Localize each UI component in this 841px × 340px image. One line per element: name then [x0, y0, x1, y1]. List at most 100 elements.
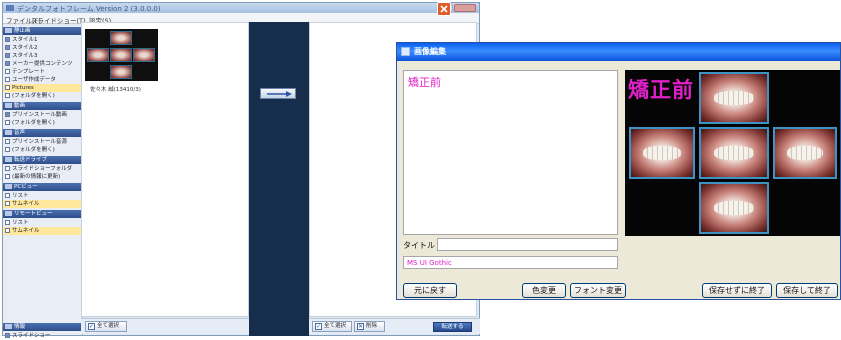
preview-photo-front [699, 127, 769, 179]
sidebar-header-transfer[interactable]: 転送ドライブ [3, 156, 83, 164]
main-window-titlebar: デンタルフォトフレーム Version 2 (3.0.0.0) [3, 3, 479, 13]
preview-photo-right [629, 127, 695, 179]
thumbnail-icon [5, 228, 10, 233]
select-all-right-button[interactable]: ✓ 全て選択 [312, 321, 352, 332]
folder-icon [5, 166, 10, 171]
sidebar-item-preinstalled-video[interactable]: プリインストール動画 [3, 111, 83, 119]
close-without-save-button[interactable]: 保存せずに終了 [702, 283, 772, 298]
thumb-cell [133, 48, 155, 62]
folder-icon [5, 93, 10, 98]
sidebar-item-style2[interactable]: スタイル2 [3, 44, 83, 52]
thumbnail-icon [5, 201, 10, 206]
delete-button[interactable]: ✕ 削除 [354, 321, 385, 332]
sidebar-header-still[interactable]: 静止画 [3, 27, 83, 35]
font-name-value: MS UI Gothic [407, 259, 452, 267]
folder-icon [5, 77, 10, 82]
sidebar-item-pictures[interactable]: Pictures [3, 84, 83, 92]
sidebar-header-video[interactable]: 動画 [3, 102, 83, 110]
transfer-band [249, 22, 309, 336]
dialog-close-button[interactable] [437, 2, 451, 16]
folder-icon [5, 85, 10, 90]
dialog-app-icon [401, 47, 410, 56]
folder-icon [5, 120, 10, 125]
dialog-title: 画像編集 [414, 47, 446, 56]
close-icon [440, 5, 448, 13]
title-label: タイトル [403, 241, 435, 250]
thumb-cell [110, 48, 132, 62]
text-edit-area[interactable]: 矯正前 [403, 70, 618, 235]
sidebar-item-pc-thumbnail[interactable]: サムネイル [3, 200, 83, 208]
delete-icon: ✕ [357, 323, 364, 330]
image-edit-dialog: 画像編集 矯正前 タイトル MS UI Gothic 矯正前 元に戻す 色変更 … [396, 42, 841, 300]
remote-icon [5, 211, 12, 216]
menu-slideshow[interactable]: スライドショー(T) [31, 15, 86, 25]
main-close-button[interactable] [454, 4, 476, 12]
transfer-button[interactable]: 転送する [433, 322, 472, 332]
sidebar-item-open-folder[interactable]: (フォルダを開く) [3, 92, 83, 100]
font-change-button[interactable]: フォント変更 [570, 283, 626, 298]
dialog-titlebar: 画像編集 [397, 43, 840, 61]
transfer-arrow-button[interactable] [260, 88, 296, 99]
sidebar-item-style1[interactable]: スタイル1 [3, 36, 83, 44]
sidebar-item-open-folder-video[interactable]: (フォルダを開く) [3, 119, 83, 127]
sidebar-item-template[interactable]: テンプレート [3, 68, 83, 76]
sidebar-header-info[interactable]: 情報 [3, 323, 83, 331]
slideshow-icon [5, 333, 10, 338]
image-icon [5, 28, 12, 33]
sidebar-item-user-data[interactable]: ユーザ作成データ [3, 76, 83, 84]
right-bottom-bar: ✓ 全て選択 ✕ 削除 転送する [309, 318, 480, 334]
thumb-cell [110, 31, 132, 45]
refresh-icon [5, 174, 10, 179]
folder-icon [5, 112, 10, 117]
sidebar-item-preinstalled-audio[interactable]: プリインストール音源 [3, 138, 83, 146]
sidebar-item-style3[interactable]: スタイル3 [3, 52, 83, 60]
title-input[interactable] [437, 238, 618, 251]
preview-photo-lower [699, 182, 769, 234]
folder-icon [5, 37, 10, 42]
sidebar-item-slideshow-folder[interactable]: スライドショーフォルダ [3, 165, 83, 173]
video-icon [5, 103, 12, 108]
left-bottom-bar: ✓ 全て選択 [81, 318, 249, 334]
folder-icon [5, 147, 10, 152]
thumb-cell [110, 65, 132, 79]
save-and-close-button[interactable]: 保存して終了 [776, 283, 838, 298]
folder-icon [5, 61, 10, 66]
sidebar-item-remote-thumbnail[interactable]: サムネイル [3, 227, 83, 235]
app-icon [6, 5, 14, 11]
checkbox-icon: ✓ [315, 323, 322, 330]
pc-thumbnail-pane: 佐々木 誠(13410/3) [81, 22, 249, 317]
thumb-cell [87, 48, 109, 62]
sidebar-item-pc-list[interactable]: リスト [3, 192, 83, 200]
drive-icon [5, 157, 12, 162]
sidebar-item-open-folder-audio[interactable]: (フォルダを開く) [3, 146, 83, 154]
select-all-left-button[interactable]: ✓ 全て選択 [85, 321, 127, 332]
pc-icon [5, 184, 12, 189]
checkbox-icon: ✓ [88, 323, 95, 330]
preview-overlay-text: 矯正前 [628, 78, 694, 102]
folder-icon [5, 53, 10, 58]
image-preview: 矯正前 [625, 70, 840, 236]
folder-icon [5, 139, 10, 144]
audio-icon [5, 130, 12, 135]
font-name-field: MS UI Gothic [403, 256, 618, 269]
sidebar-item-maker-content[interactable]: メーカー提供コンテンツ [3, 60, 83, 68]
list-icon [5, 220, 10, 225]
sidebar-header-pc-view[interactable]: PCビュー [3, 183, 83, 191]
info-icon [5, 324, 12, 329]
folder-icon [5, 45, 10, 50]
preview-photo-upper [699, 72, 769, 124]
sidebar-header-audio[interactable]: 音声 [3, 129, 83, 137]
arrow-right-icon [267, 91, 292, 97]
preview-photo-left [773, 127, 837, 179]
list-icon [5, 193, 10, 198]
text-edit-value: 矯正前 [408, 76, 441, 89]
sidebar-item-remote-list[interactable]: リスト [3, 219, 83, 227]
photo-thumbnail[interactable] [85, 29, 158, 81]
color-change-button[interactable]: 色変更 [522, 283, 566, 298]
sidebar-item-refresh[interactable]: (最新の情報に更新) [3, 173, 83, 181]
thumbnail-caption: 佐々木 誠(13410/3) [90, 87, 141, 93]
sidebar-header-remote-view[interactable]: リモートビュー [3, 210, 83, 218]
revert-button[interactable]: 元に戻す [403, 283, 457, 298]
folder-icon [5, 69, 10, 74]
sidebar: 静止画 スタイル1 スタイル2 スタイル3 メーカー提供コンテンツ テンプレート… [3, 25, 83, 339]
